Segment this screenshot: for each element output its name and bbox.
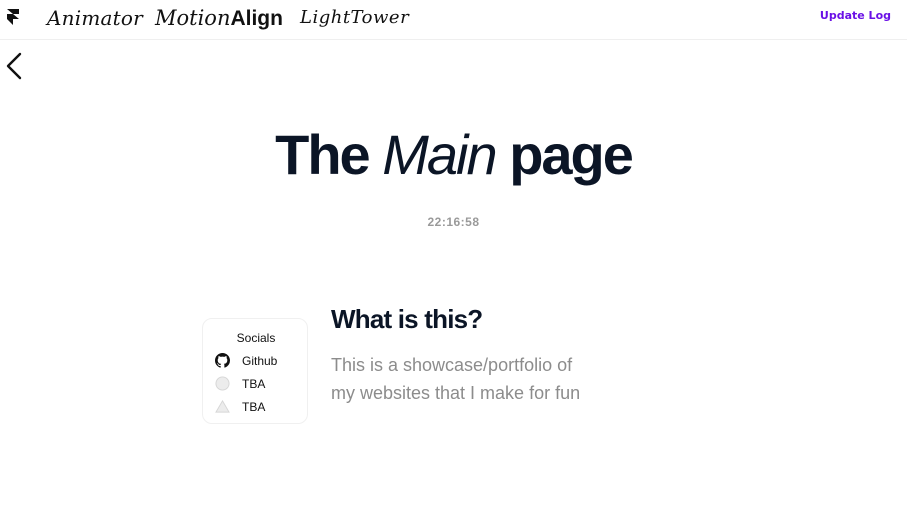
nav-link-animator[interactable]: Animator <box>47 4 143 32</box>
circle-icon <box>215 376 230 391</box>
social-item-label: Github <box>242 354 278 368</box>
page-title: The Main page <box>0 118 907 192</box>
socials-title: Socials <box>236 331 276 345</box>
title-word-page: page <box>509 123 634 186</box>
social-item-tba-1[interactable]: TBA <box>213 375 303 393</box>
nav-link-align-part: Align <box>230 7 283 30</box>
socials-card: Socials Github TBA TBA <box>202 318 308 424</box>
social-item-github[interactable]: Github <box>213 352 303 370</box>
nav-link-motion-align[interactable]: MotionAlign <box>155 4 283 32</box>
update-log-link[interactable]: Update Log <box>820 9 891 22</box>
nav-link-motion-part: Motion <box>155 6 231 30</box>
about-heading: What is this? <box>331 304 483 334</box>
framer-logo-icon[interactable] <box>6 8 20 26</box>
top-navigation: Animator MotionAlign LightTower Update L… <box>0 0 907 40</box>
title-word-the: The <box>275 123 371 186</box>
social-item-tba-2[interactable]: TBA <box>213 398 303 416</box>
social-item-label: TBA <box>242 377 266 391</box>
title-word-main: Main <box>382 123 497 186</box>
about-description: This is a showcase/portfolio of my websi… <box>331 355 581 403</box>
triangle-icon <box>215 399 230 413</box>
clock-time: 22:16:58 <box>427 215 480 229</box>
back-arrow-icon[interactable] <box>4 52 24 80</box>
nav-link-lighttower[interactable]: LightTower <box>300 4 409 32</box>
github-icon <box>215 353 230 368</box>
social-item-label: TBA <box>242 400 266 414</box>
